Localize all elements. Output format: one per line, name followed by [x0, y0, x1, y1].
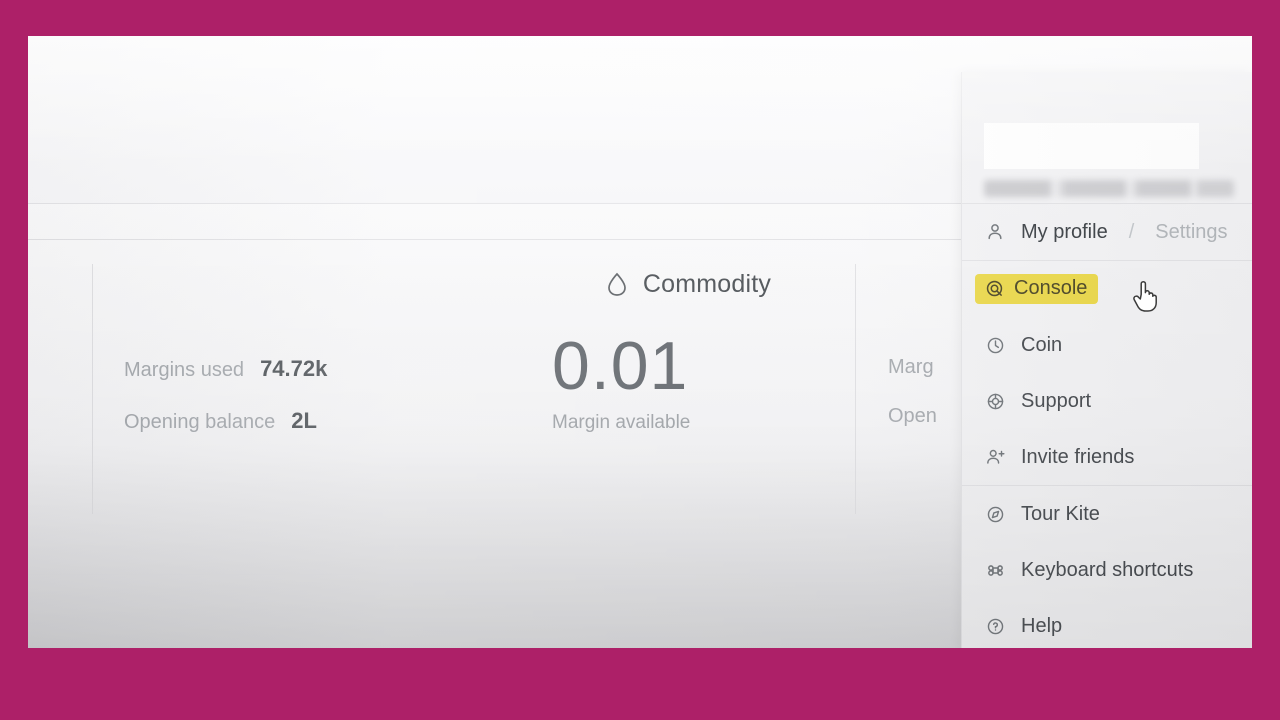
stat-label: Margins used	[124, 359, 245, 381]
stat-value: 2L	[291, 408, 317, 433]
person-icon	[984, 222, 1006, 242]
compass-icon	[984, 505, 1006, 524]
console-circle-icon	[984, 279, 1004, 298]
help-label: Help	[1021, 614, 1063, 637]
help-circle-icon	[984, 617, 1006, 636]
equity-stats: Margins used 74.72k Opening balance 2L	[124, 264, 544, 434]
support-icon	[984, 392, 1006, 411]
tour-kite-label: Tour Kite	[1021, 502, 1100, 525]
menu-item-keyboard-shortcuts[interactable]: Keyboard shortcuts	[962, 542, 1252, 598]
menu-item-tour-kite[interactable]: Tour Kite	[962, 486, 1252, 542]
console-label: Console	[1014, 277, 1088, 299]
menu-item-console[interactable]: Console	[962, 261, 1252, 317]
commodity-segment: Commodity 0.01 Margin available	[552, 264, 852, 514]
username-redaction-box	[984, 123, 1199, 169]
screenshot-stage: Margins used 74.72k Opening balance 2L C…	[0, 0, 1280, 720]
account-dropdown-menu: My profile / Settings Console Coin Suppo…	[961, 72, 1252, 648]
menu-item-invite-friends[interactable]: Invite friends	[962, 429, 1252, 485]
column-divider-left	[92, 264, 93, 514]
invite-friends-label: Invite friends	[1021, 445, 1135, 468]
console-highlight[interactable]: Console	[975, 274, 1099, 304]
equity-segment: Margins used 74.72k Opening balance 2L	[124, 264, 544, 514]
column-divider-right	[855, 264, 856, 514]
coin-label: Coin	[1021, 333, 1063, 356]
stat-row: Margins used 74.72k	[124, 356, 544, 382]
stat-label: Opening balance	[124, 411, 276, 433]
settings-label[interactable]: Settings	[1155, 221, 1227, 244]
command-icon	[984, 561, 1006, 580]
keyboard-shortcuts-label: Keyboard shortcuts	[1021, 558, 1194, 581]
support-label: Support	[1021, 389, 1092, 412]
menu-group-primary: Console Coin Support Invite friends	[962, 261, 1252, 485]
person-plus-icon	[984, 447, 1006, 467]
menu-user-block	[962, 72, 1252, 203]
droplet-icon	[605, 270, 629, 298]
stat-label: Open	[888, 405, 937, 427]
menu-group-secondary: Tour Kite Keyboard shortcuts Help	[962, 486, 1252, 648]
menu-item-help[interactable]: Help	[962, 598, 1252, 648]
profile-separator: /	[1128, 220, 1135, 243]
stat-label: Marg	[888, 356, 934, 378]
email-blurred	[984, 180, 1234, 197]
commodity-margin-value: 0.01	[552, 328, 689, 404]
stat-row: Opening balance 2L	[124, 408, 544, 434]
stat-value: 74.72k	[260, 356, 328, 381]
app-window: Margins used 74.72k Opening balance 2L C…	[28, 36, 1252, 648]
menu-item-coin[interactable]: Coin	[962, 317, 1252, 373]
clock-icon	[984, 336, 1006, 355]
my-profile-label: My profile	[1021, 220, 1108, 243]
commodity-title: Commodity	[642, 269, 772, 298]
menu-item-my-profile[interactable]: My profile / Settings	[962, 204, 1252, 260]
commodity-margin-label: Margin available	[552, 412, 691, 433]
menu-item-support[interactable]: Support	[962, 373, 1252, 429]
commodity-header: Commodity	[552, 264, 852, 304]
